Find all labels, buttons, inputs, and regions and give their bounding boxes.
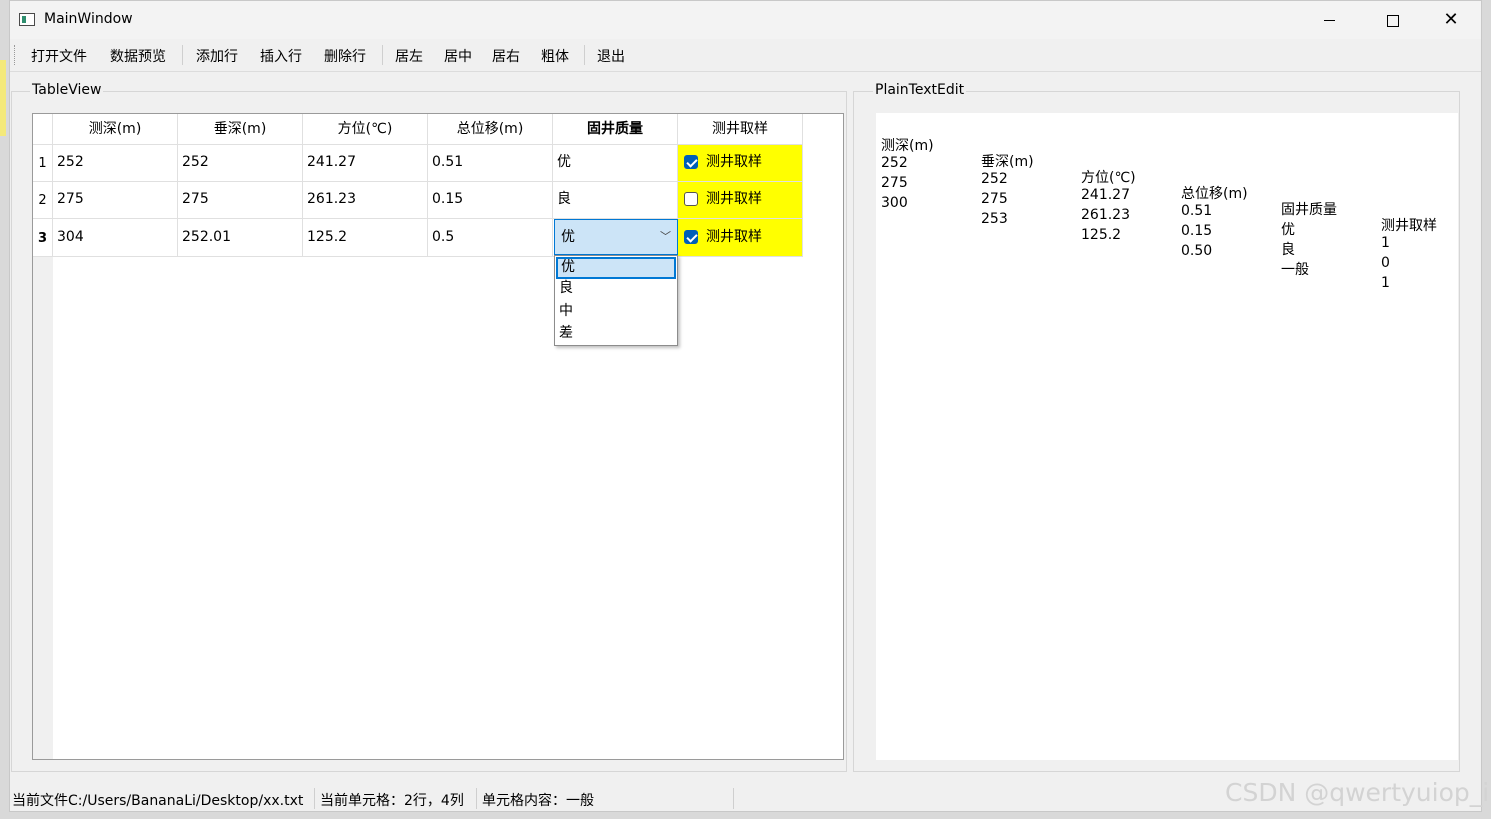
minimize-button[interactable] [1300,1,1358,39]
delete-row-button[interactable]: 删除行 [324,46,366,66]
toolbar-separator [182,45,183,65]
combobox-value: 优 [561,229,575,245]
checkbox-unchecked-icon[interactable] [684,192,698,206]
data-preview-button[interactable]: 数据预览 [110,46,166,66]
title-bar: MainWindow ✕ [10,1,1481,39]
close-button[interactable]: ✕ [1422,1,1480,39]
text-token: 241.27 [1081,187,1130,203]
watermark: CSDN @qwertyuiop_i [1225,778,1490,807]
add-row-button[interactable]: 添加行 [196,46,238,66]
toolbar-grip[interactable] [14,45,17,65]
text-token: 1 [1381,275,1390,291]
dropdown-option[interactable]: 差 [556,323,676,345]
quality-combobox[interactable]: 优 ﹀ [554,219,678,255]
open-file-button[interactable]: 打开文件 [31,46,87,66]
dropdown-option[interactable]: 中 [556,301,676,323]
text-token: 0 [1381,255,1390,271]
status-current-cell: 当前单元格：2行，4列 [320,793,464,809]
table-cell[interactable]: 241.27 [303,145,428,182]
text-token: 0.50 [1181,243,1213,259]
text-line: 300 253 125.2 0.50 一般 1 [881,179,1390,307]
table-cell[interactable]: 304 [53,219,178,257]
checkbox-checked-icon[interactable] [684,230,698,244]
align-center-button[interactable]: 居中 [444,46,472,66]
status-separator [314,788,315,809]
status-separator [733,788,734,809]
window-title: MainWindow [44,11,133,27]
text-token: 0.51 [1181,203,1213,219]
table-cell[interactable]: 0.15 [428,182,553,219]
text-token: 275 [981,191,1008,207]
toolbar-separator [382,45,383,65]
row-header[interactable]: 1 [33,145,53,182]
table-cell[interactable]: 良 [553,182,678,219]
table-cell[interactable]: 252 [53,145,178,182]
table-cell[interactable]: 261.23 [303,182,428,219]
sample-checkbox-cell[interactable]: 测井取样 [678,182,803,219]
app-window-icon [19,13,35,26]
dropdown-option[interactable]: 优 [556,257,676,279]
insert-row-button[interactable]: 插入行 [260,46,302,66]
table-cell[interactable]: 252 [178,145,303,182]
toolbar-separator [584,45,585,65]
table-cell[interactable]: 252.01 [178,219,303,257]
column-header[interactable]: 测深(m) [53,114,178,145]
text-token: 优 [1281,222,1295,238]
status-separator [476,788,477,809]
text-token: 252 [981,171,1008,187]
text-token: 1 [1381,235,1390,251]
maximize-icon [1387,14,1399,27]
align-right-button[interactable]: 居右 [492,46,520,66]
text-token: 261.23 [1081,207,1130,223]
close-icon: ✕ [1443,9,1459,30]
table-cell[interactable]: 275 [53,182,178,219]
text-token: 一般 [1281,262,1309,278]
tableview-group-title: TableView [30,82,104,98]
text-token: 垂深(m) [981,154,1034,170]
checkbox-checked-icon[interactable] [684,155,698,169]
text-token: 125.2 [1081,227,1122,243]
bold-button[interactable]: 粗体 [541,46,569,66]
table-cell[interactable]: 优 [553,145,678,182]
maximize-button[interactable] [1364,1,1422,39]
column-header[interactable]: 固井质量 [553,114,678,145]
status-current-file: 当前文件C:/Users/BananaLi/Desktop/xx.txt [12,793,304,809]
table-cell[interactable]: 0.5 [428,219,553,257]
exit-button[interactable]: 退出 [597,46,625,66]
text-token: 253 [981,211,1008,227]
table-corner-button[interactable] [33,114,53,145]
chevron-down-icon[interactable]: ﹀ [660,220,671,254]
text-token: 固井质量 [1281,202,1337,218]
checkbox-label: 测井取样 [706,154,762,170]
column-header[interactable]: 垂深(m) [178,114,303,145]
dropdown-option[interactable]: 良 [556,278,676,300]
table-cell[interactable]: 0.51 [428,145,553,182]
status-cell-content: 单元格内容：一般 [482,793,594,809]
text-token: 方位(℃) [1081,170,1136,186]
checkbox-label: 测井取样 [706,229,762,245]
plaintextedit-group-title: PlainTextEdit [873,82,967,98]
background-accent [0,60,6,136]
text-token: 总位移(m) [1181,186,1248,202]
row-header[interactable]: 3 [33,219,53,257]
toolbar: 打开文件 数据预览 添加行 插入行 删除行 居左 居中 居右 粗体 退出 [10,39,1481,72]
table-view[interactable]: 测深(m) 垂深(m) 方位(℃) 总位移(m) 固井质量 测井取样 1 252… [32,113,844,760]
text-token: 300 [881,195,908,211]
checkbox-label: 测井取样 [706,191,762,207]
combobox-dropdown-list: 优 良 中 差 [554,255,678,346]
text-token: 测井取样 [1381,218,1437,234]
text-token: 良 [1281,242,1295,258]
sample-checkbox-cell[interactable]: 测井取样 [678,145,803,182]
plain-text-edit[interactable]: 测深(m) 垂深(m) 方位(℃) 总位移(m) 固井质量 测井取样 252 2… [876,113,1458,760]
row-header[interactable]: 2 [33,182,53,219]
text-token: 0.15 [1181,223,1213,239]
column-header[interactable]: 测井取样 [678,114,803,145]
table-cell[interactable]: 275 [178,182,303,219]
column-header[interactable]: 方位(℃) [303,114,428,145]
table-cell[interactable]: 125.2 [303,219,428,257]
column-header[interactable]: 总位移(m) [428,114,553,145]
align-left-button[interactable]: 居左 [395,46,423,66]
minimize-icon [1323,20,1335,21]
sample-checkbox-cell[interactable]: 测井取样 [678,219,803,257]
